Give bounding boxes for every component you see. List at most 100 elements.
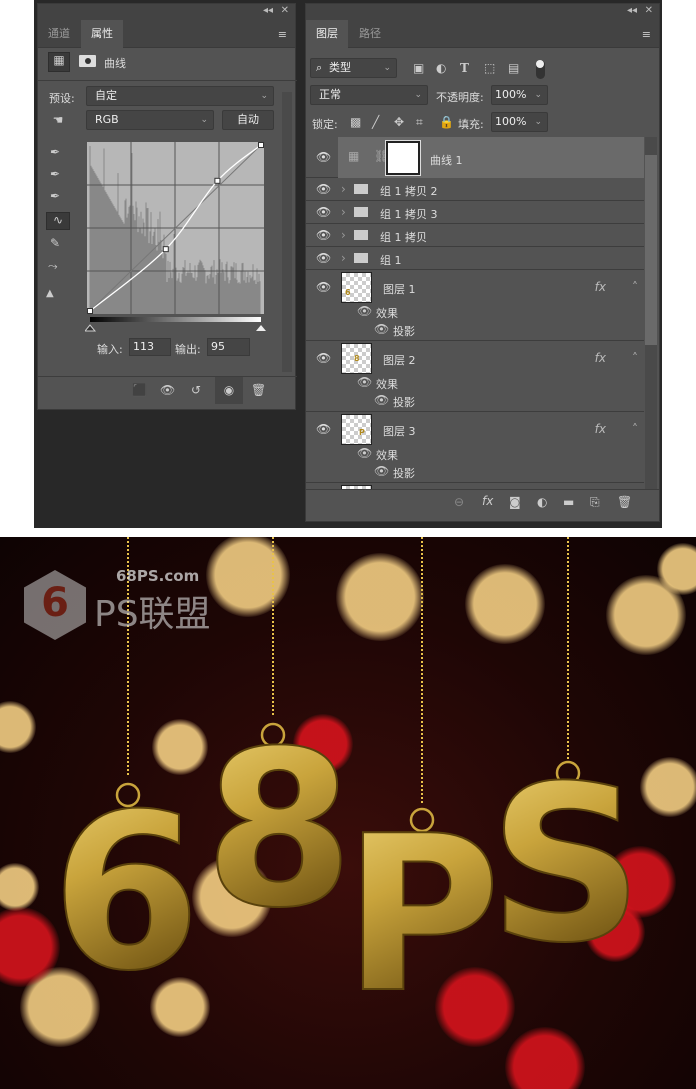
layer-row-pixel[interactable]: 👁 P 图层 3 fx ˄ 👁 效果 👁 投影 — [306, 412, 644, 483]
edit-points-curve-icon[interactable]: ∿ — [46, 212, 70, 230]
chevron-right-icon[interactable]: › — [341, 228, 346, 242]
visibility-eye-icon[interactable]: 👁 — [357, 446, 372, 460]
output-field[interactable]: 95 — [207, 338, 250, 356]
scrollbar[interactable] — [282, 92, 292, 372]
panel-menu-icon[interactable]: ≡ — [642, 28, 651, 41]
visibility-eye-icon[interactable]: 👁 — [374, 464, 389, 478]
blend-mode-dropdown[interactable]: 正常 ⌄ — [310, 85, 428, 105]
filter-type-dropdown[interactable]: ⌕ 类型 ⌄ — [310, 58, 397, 78]
scrollbar-thumb[interactable] — [645, 155, 657, 345]
visibility-eye-icon[interactable]: 👁 — [357, 375, 372, 389]
auto-button[interactable]: 自动 — [222, 110, 274, 130]
layer-thumbnail[interactable]: P — [341, 414, 372, 445]
visibility-eye-icon[interactable]: 👁 — [374, 322, 389, 336]
curves-graph[interactable] — [85, 140, 266, 336]
visibility-eye-icon[interactable]: 👁 — [316, 182, 331, 196]
white-slider-handle[interactable] — [256, 325, 266, 331]
lock-position-move-icon[interactable]: ✥ — [394, 115, 404, 129]
tab-layers[interactable]: 图层 — [306, 20, 348, 48]
trash-icon[interactable]: 🗑 — [251, 383, 266, 397]
type-filter-icon[interactable]: T — [460, 61, 469, 75]
lock-all-icon[interactable]: 🔒 — [439, 115, 454, 129]
fx-icon[interactable]: fx — [595, 351, 606, 365]
layer-row-group[interactable]: 👁 › 组 1 — [306, 247, 644, 270]
target-adjustment-hand-icon[interactable]: ☚ — [48, 113, 68, 127]
scrollbar[interactable] — [645, 137, 657, 489]
tab-properties[interactable]: 属性 — [81, 20, 123, 48]
view-previous-state-icon[interactable]: 👁 — [160, 383, 175, 397]
new-adjustment-layer-icon[interactable]: ◐ — [537, 495, 547, 509]
new-group-folder-icon[interactable]: ▬ — [563, 495, 574, 509]
smooth-curve-icon[interactable]: ⤳ — [48, 259, 58, 273]
layer-row-pixel[interactable]: 👁 6 图层 1 fx ˄ 👁 效果 👁 投影 — [306, 270, 644, 341]
visibility-eye-icon[interactable]: ◉ — [215, 377, 243, 404]
curve-control-point[interactable] — [87, 308, 93, 314]
chevron-up-icon[interactable]: ˄ — [632, 351, 638, 365]
white-point-eyedropper-icon[interactable]: ✒ — [50, 189, 60, 203]
collapse-icon[interactable]: ◂◂ — [263, 5, 273, 16]
fx-icon[interactable]: fx — [595, 280, 606, 294]
channel-dropdown[interactable]: RGB ⌄ — [86, 110, 214, 130]
lock-artboard-icon[interactable]: ⌗ — [416, 115, 423, 129]
curves-adjustment-icon[interactable]: ▦ — [48, 52, 70, 72]
layer-mask-thumbnail[interactable] — [385, 140, 421, 176]
opacity-field[interactable]: 100% ⌄ — [491, 85, 548, 105]
visibility-eye-icon[interactable]: 👁 — [316, 251, 331, 265]
visibility-eye-icon[interactable]: 👁 — [316, 422, 331, 436]
layer-thumbnail[interactable]: 6 — [341, 272, 372, 303]
pencil-draw-icon[interactable]: ✎ — [50, 236, 60, 250]
chevron-up-icon[interactable]: ˄ — [632, 280, 638, 294]
new-layer-icon[interactable]: ⎘ — [590, 495, 600, 509]
layer-row-pixel[interactable]: 👁 8 图层 2 fx ˄ 👁 效果 👁 投影 — [306, 341, 644, 412]
layer-row-group[interactable]: 👁 › 组 1 拷贝 — [306, 224, 644, 247]
smart-object-filter-icon[interactable]: ▤ — [508, 61, 519, 75]
chevron-right-icon[interactable]: › — [341, 205, 346, 219]
fx-icon[interactable]: fx — [595, 422, 606, 436]
chevron-down-icon[interactable]: ⌄ — [534, 113, 542, 131]
pixel-filter-icon[interactable]: ▣ — [413, 61, 424, 75]
chevron-right-icon[interactable]: › — [341, 251, 346, 265]
link-layers-icon[interactable]: ⊖ — [454, 495, 464, 509]
black-point-eyedropper-icon[interactable]: ✒ — [50, 145, 60, 159]
lock-image-brush-icon[interactable]: ╱ — [372, 115, 379, 129]
black-slider-handle[interactable] — [85, 324, 97, 332]
curve-control-point[interactable] — [162, 246, 169, 253]
trash-icon[interactable]: 🗑 — [617, 495, 632, 509]
preset-dropdown[interactable]: 自定 ⌄ — [86, 86, 274, 106]
chevron-right-icon[interactable]: › — [341, 182, 346, 196]
fill-field[interactable]: 100% ⌄ — [491, 112, 548, 132]
visibility-eye-icon[interactable]: 👁 — [316, 150, 331, 164]
collapse-icon[interactable]: ◂◂ — [627, 5, 637, 16]
panel-menu-icon[interactable]: ≡ — [278, 28, 287, 41]
visibility-eye-icon[interactable]: 👁 — [316, 280, 331, 294]
clip-to-layer-icon[interactable]: ⬛ — [132, 383, 147, 397]
lock-transparency-icon[interactable]: ▩ — [350, 115, 361, 129]
curve-control-point[interactable] — [214, 177, 221, 184]
close-icon[interactable]: ✕ — [645, 5, 653, 16]
visibility-eye-icon[interactable]: 👁 — [316, 351, 331, 365]
clipping-warning-icon[interactable]: ▲ — [46, 287, 54, 301]
close-icon[interactable]: ✕ — [281, 5, 289, 16]
chevron-up-icon[interactable]: ˄ — [632, 422, 638, 436]
filter-toggle[interactable] — [536, 60, 545, 79]
tab-paths[interactable]: 路径 — [349, 20, 391, 48]
curve-control-point[interactable] — [258, 142, 264, 148]
layer-row-group[interactable]: 👁 › 组 1 拷贝 3 — [306, 201, 644, 224]
layer-row-group[interactable]: 👁 › 组 1 拷贝 2 — [306, 178, 644, 201]
mask-icon[interactable] — [79, 55, 96, 67]
gray-point-eyedropper-icon[interactable]: ✒ — [50, 167, 60, 181]
visibility-eye-icon[interactable]: 👁 — [374, 393, 389, 407]
layer-row-curves[interactable]: 👁 ▦ ⛓ 曲线 1 — [306, 137, 644, 178]
visibility-eye-icon[interactable]: 👁 — [316, 228, 331, 242]
tab-channels[interactable]: 通道 — [38, 20, 80, 48]
visibility-eye-icon[interactable]: 👁 — [357, 304, 372, 318]
visibility-eye-icon[interactable]: 👁 — [316, 205, 331, 219]
layer-thumbnail[interactable]: 8 — [341, 343, 372, 374]
add-layer-style-fx-icon[interactable]: fx — [482, 494, 493, 508]
chevron-down-icon[interactable]: ⌄ — [534, 86, 542, 104]
shape-filter-icon[interactable]: ⬚ — [484, 61, 495, 75]
add-mask-icon[interactable]: ◙ — [509, 495, 521, 509]
input-field[interactable]: 113 — [129, 338, 171, 356]
adjustment-filter-icon[interactable]: ◐ — [436, 61, 446, 75]
reset-icon[interactable]: ↺ — [191, 383, 201, 397]
